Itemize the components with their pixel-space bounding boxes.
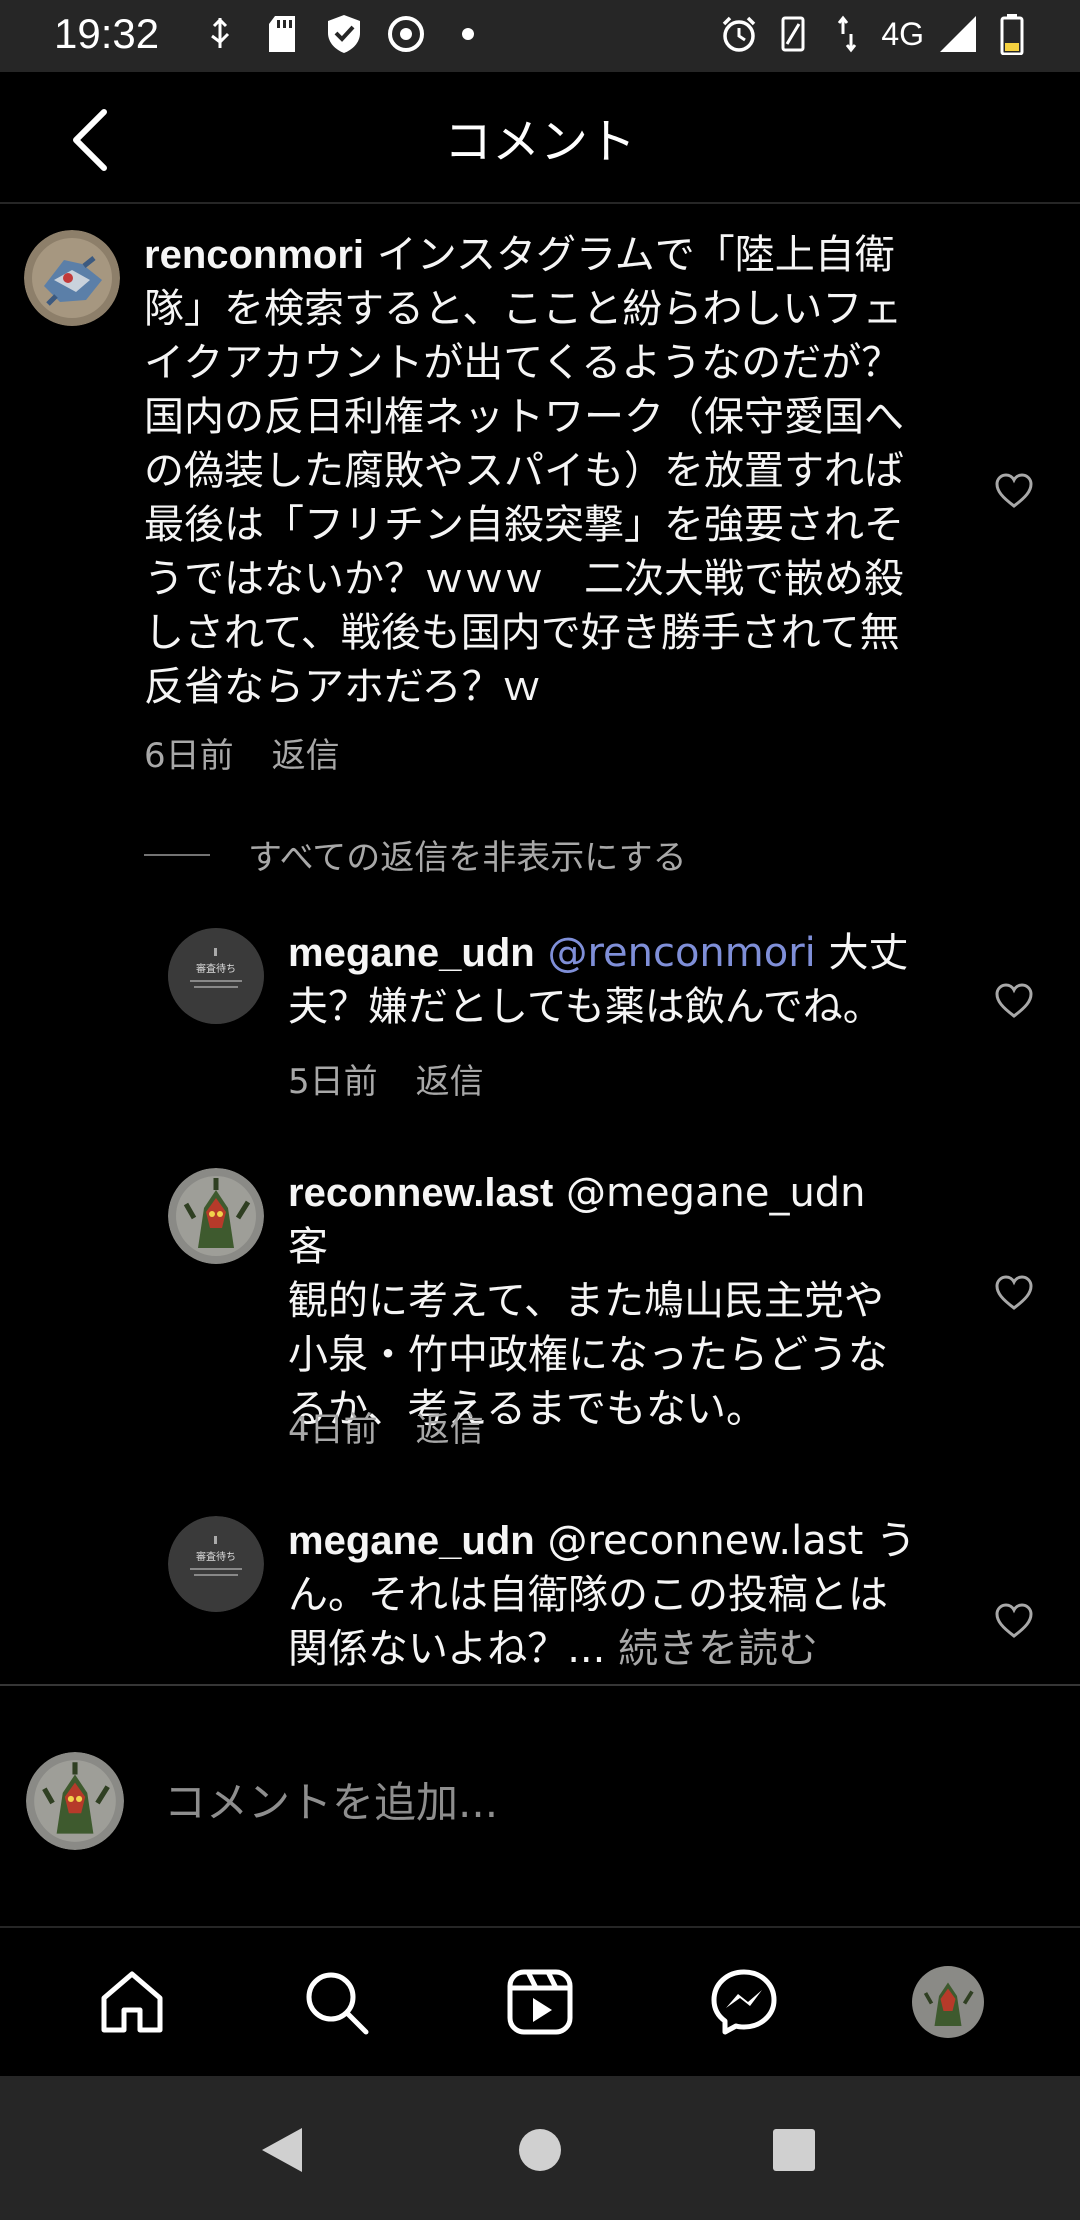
- nav-messenger[interactable]: [704, 1962, 784, 2042]
- square-recents-icon: [773, 2129, 815, 2171]
- hide-replies-label: すべての返信を非表示にする: [248, 838, 687, 878]
- dot-icon: [448, 14, 488, 54]
- reply-line: 大丈: [815, 930, 909, 976]
- reply-time: 5日前: [288, 1062, 378, 1102]
- reply-username[interactable]: megane_udn: [288, 1519, 535, 1563]
- back-nav-button[interactable]: [252, 2120, 312, 2180]
- reply-text: reconnew.last @megane_udn 客 観的に考えて、また鳩山民…: [288, 1166, 948, 1436]
- signal-icon: [938, 14, 978, 54]
- status-bar: 19:32 4G: [0, 0, 1080, 72]
- circle-home-icon: [519, 2129, 561, 2171]
- avatar[interactable]: 審査待ち: [168, 1516, 264, 1612]
- comment-line: 最後は「フリチン自殺突撃」を強要されそ: [144, 502, 904, 548]
- mention-link[interactable]: @megane_udn: [566, 1170, 866, 1216]
- reply-line: ん。それは自衛隊のこの投稿とは: [288, 1572, 888, 1618]
- comment-line: 国内の反日利権ネットワーク（保守愛国へ: [144, 394, 904, 440]
- data-arrows-icon: [827, 14, 867, 54]
- reply-item: 審査待ち megane_udn @renconmori 大丈 夫？嫌だとしても薬…: [0, 906, 1080, 1126]
- nav-search[interactable]: [296, 1962, 376, 2042]
- comment-line: イクアカウントが出てくるようなのだが？: [144, 340, 902, 386]
- reply-line: う: [863, 1518, 917, 1564]
- read-more-link[interactable]: 続きを読む: [618, 1626, 818, 1672]
- reply-meta: 4日前 返信: [288, 1402, 484, 1451]
- comment-input[interactable]: [164, 1766, 1024, 1838]
- reply-button[interactable]: 返信: [416, 1054, 484, 1103]
- status-left-icons: [200, 14, 488, 54]
- reply-username[interactable]: megane_udn: [288, 931, 535, 975]
- battery-icon: [992, 14, 1032, 55]
- reply-meta: 5日前 返信: [288, 1054, 484, 1103]
- avatar[interactable]: [168, 1168, 264, 1264]
- alarm-icon: [719, 14, 759, 54]
- triangle-back-icon: [262, 2128, 302, 2172]
- shield-check-icon: [324, 14, 364, 54]
- comment-username[interactable]: renconmori: [144, 233, 364, 277]
- vibrate-icon: [773, 14, 813, 54]
- page-title: コメント: [443, 114, 636, 170]
- comment-line: 隊」を検索すると、ここと紛らわしいフェ: [144, 286, 903, 332]
- status-time: 19:32: [54, 10, 160, 57]
- home-icon: [101, 1971, 163, 2033]
- comments-list[interactable]: renconmori インスタグラムで「陸上自衛 隊」を検索すると、ここと紛らわ…: [0, 206, 1080, 1684]
- comment-line: 反省ならアホだろ？ｗ: [144, 664, 542, 710]
- reply-text: megane_udn @reconnew.last う ん。それは自衛隊のこの投…: [288, 1514, 948, 1676]
- comment-line: の偽装した腐敗やスパイも）を放置すれば: [144, 448, 904, 494]
- bottom-nav: [0, 1926, 1080, 2076]
- nav-profile[interactable]: [908, 1962, 988, 2042]
- divider-line: [144, 853, 210, 856]
- comments-header: コメント: [0, 72, 1080, 204]
- heart-icon[interactable]: [994, 1602, 1034, 1642]
- usb-icon: [200, 14, 240, 54]
- reply-button[interactable]: 返信: [416, 1402, 484, 1451]
- vpn-icon: [386, 14, 426, 54]
- reply-text: megane_udn @renconmori 大丈 夫？嫌だとしても薬は飲んでね…: [288, 926, 948, 1034]
- nav-reels[interactable]: [500, 1962, 580, 2042]
- system-nav-bar: [0, 2076, 1080, 2220]
- network-type: 4G: [881, 15, 924, 52]
- comment-line: インスタグラムで「陸上自衛: [364, 232, 895, 278]
- avatar[interactable]: [24, 230, 120, 326]
- comment-text: renconmori インスタグラムで「陸上自衛 隊」を検索すると、ここと紛らわ…: [144, 228, 964, 714]
- mention-link[interactable]: @reconnew.last: [547, 1518, 863, 1564]
- reply-line: 小泉・竹中政権になったらどうな: [288, 1332, 888, 1378]
- heart-icon[interactable]: [994, 1274, 1034, 1314]
- comment-time: 6日前: [144, 736, 234, 776]
- reply-button[interactable]: 返信: [272, 728, 340, 777]
- reply-username[interactable]: reconnew.last: [288, 1171, 553, 1215]
- avatar-label: 審査待ち: [196, 962, 236, 975]
- comment-line: うではないか？ｗｗｗ 二次大戦で嵌め殺: [144, 556, 904, 602]
- comment-line: しされて、戦後も国内で好き勝手されて無: [144, 610, 900, 656]
- reply-line: 夫？嫌だとしても薬は飲んでね。: [288, 984, 883, 1030]
- reply-line: 観的に考えて、また鳩山民主党や: [288, 1278, 884, 1324]
- comment-meta: 6日前 返信: [144, 728, 340, 777]
- avatar: [26, 1752, 124, 1850]
- sd-card-icon: [262, 14, 302, 54]
- reply-line: 関係ないよね？...: [288, 1626, 619, 1672]
- search-icon: [306, 1972, 369, 2035]
- nav-home[interactable]: [92, 1962, 172, 2042]
- comment-item: renconmori インスタグラムで「陸上自衛 隊」を検索すると、ここと紛らわ…: [0, 206, 1080, 786]
- heart-icon[interactable]: [994, 982, 1034, 1022]
- status-right-icons: 4G: [719, 14, 1032, 55]
- mention-link[interactable]: @renconmori: [547, 930, 815, 976]
- profile-avatar: [912, 1966, 984, 2038]
- home-nav-button[interactable]: [510, 2120, 570, 2180]
- add-comment-bar: [0, 1684, 1080, 1926]
- avatar-label: 審査待ち: [196, 1550, 236, 1563]
- reply-time: 4日前: [288, 1410, 378, 1450]
- recents-nav-button[interactable]: [764, 2120, 824, 2180]
- reply-item: reconnew.last @megane_udn 客 観的に考えて、また鳩山民…: [0, 1146, 1080, 1456]
- messenger-icon: [711, 1969, 777, 2035]
- hide-replies-toggle[interactable]: すべての返信を非表示にする: [144, 830, 687, 879]
- heart-icon[interactable]: [994, 472, 1034, 512]
- reply-item: 審査待ち megane_udn @reconnew.last う ん。それは自衛…: [0, 1494, 1080, 1684]
- reels-icon: [507, 1969, 573, 2035]
- avatar[interactable]: 審査待ち: [168, 928, 264, 1024]
